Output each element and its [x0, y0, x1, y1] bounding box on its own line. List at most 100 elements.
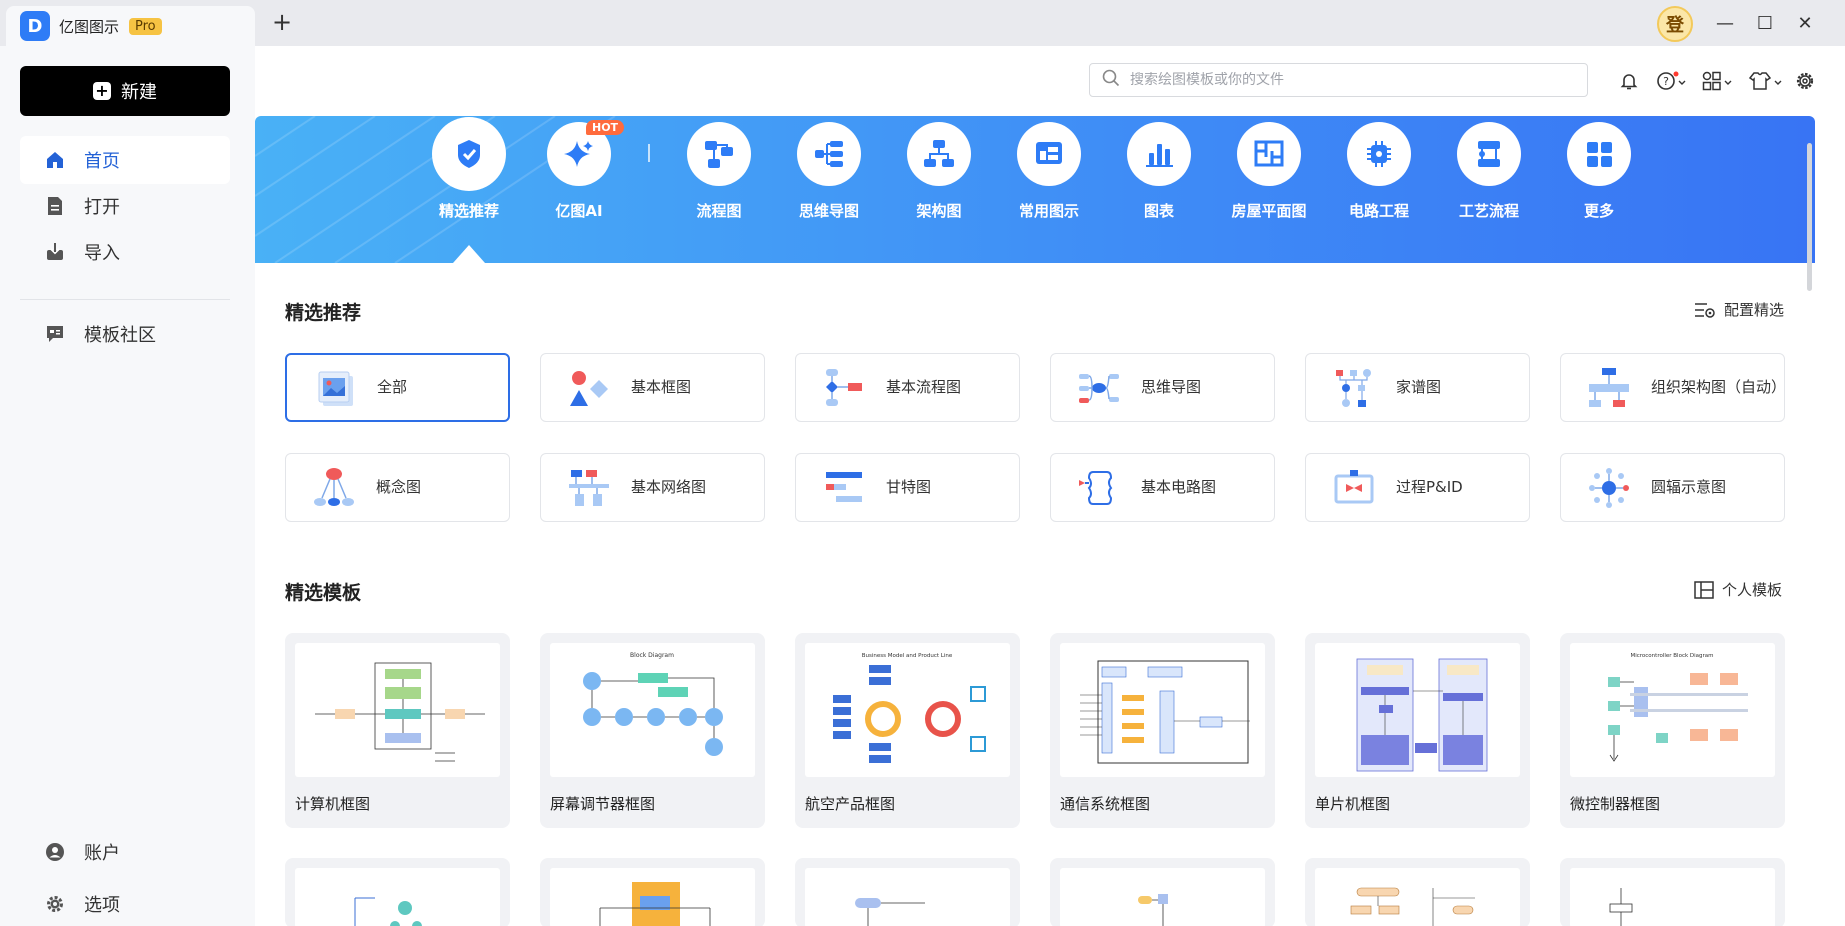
login-avatar[interactable]: 登 [1657, 6, 1693, 42]
category-label: 亿图AI [555, 202, 603, 220]
banner-indicator [453, 245, 485, 263]
template-card[interactable] [1560, 858, 1785, 926]
template-card[interactable]: 通信系统框图 [1050, 633, 1275, 828]
svg-text:?: ? [1663, 75, 1669, 88]
template-name: 计算机框图 [295, 795, 371, 813]
mindmap-icon [1079, 373, 1119, 403]
family-tree-icon [1336, 368, 1371, 407]
shirt-icon[interactable] [1746, 66, 1786, 96]
card-gantt[interactable]: 甘特图 [795, 453, 1020, 522]
category-label: 流程图 [696, 202, 742, 220]
gallery-icon [318, 371, 353, 406]
process-icon [1457, 122, 1521, 186]
template-thumbnail: Block Diagram [550, 643, 755, 777]
card-family-tree[interactable]: 家谱图 [1305, 353, 1530, 422]
category-architecture[interactable]: 架构图 [894, 122, 984, 221]
card-all[interactable]: 全部 [285, 353, 510, 422]
sidebar-item-label: 模板社区 [84, 325, 156, 346]
category-floorplan[interactable]: 房屋平面图 [1224, 122, 1314, 221]
minimize-button[interactable]: — [1712, 10, 1738, 36]
category-process[interactable]: 工艺流程 [1444, 122, 1534, 221]
template-card[interactable] [1305, 858, 1530, 926]
circuit-icon [1079, 470, 1113, 505]
card-basic-block[interactable]: 基本框图 [540, 353, 765, 422]
app-tab[interactable]: D 亿图图示 Pro [6, 6, 255, 46]
card-label: 基本电路图 [1141, 478, 1217, 497]
personal-templates-link[interactable]: 个人模板 [1694, 579, 1782, 600]
concept-map-icon [314, 467, 354, 506]
circuit-icon [1347, 122, 1411, 186]
category-mindmap[interactable]: 思维导图 [784, 122, 874, 221]
bar-chart-icon [1127, 122, 1191, 186]
category-label: 思维导图 [798, 202, 859, 220]
close-button[interactable]: ✕ [1792, 10, 1818, 36]
new-button[interactable]: + 新建 [20, 66, 230, 116]
card-basic-network[interactable]: 基本网络图 [540, 453, 765, 522]
template-name: 单片机框图 [1315, 795, 1391, 813]
category-featured[interactable]: 精选推荐 [424, 122, 514, 221]
flowchart-icon [687, 122, 751, 186]
sidebar: + 新建 首页 打开 导入 模板社区 账户 选项 [0, 46, 255, 926]
template-card[interactable]: 计算机框图 [285, 633, 510, 828]
card-mindmap[interactable]: 思维导图 [1050, 353, 1275, 422]
config-featured-link[interactable]: 配置精选 [1694, 299, 1784, 320]
gantt-icon [826, 471, 862, 502]
card-process-pid[interactable]: 过程P&ID [1305, 453, 1530, 522]
category-label: 房屋平面图 [1231, 202, 1307, 220]
card-concept-map[interactable]: 概念图 [285, 453, 510, 522]
mindmap-icon [797, 122, 861, 186]
help-icon[interactable]: ? [1655, 66, 1691, 96]
apps-icon[interactable] [1700, 66, 1736, 96]
category-common[interactable]: 常用图示 [1004, 122, 1094, 221]
template-thumbnail: Business Model and Product Line [805, 643, 1010, 777]
sidebar-item-open[interactable]: 打开 [20, 182, 230, 230]
card-radial-diagram[interactable]: 圆辐示意图 [1560, 453, 1785, 522]
scrollbar[interactable] [1807, 143, 1812, 291]
sidebar-item-community[interactable]: 模板社区 [20, 310, 230, 358]
template-card[interactable] [795, 858, 1020, 926]
new-tab-button[interactable]: + [270, 10, 294, 34]
search-icon [1102, 69, 1120, 91]
search-input[interactable] [1130, 72, 1570, 88]
search-box[interactable] [1089, 63, 1588, 97]
bell-icon[interactable] [1614, 66, 1644, 96]
card-basic-circuit[interactable]: 基本电路图 [1050, 453, 1275, 522]
category-flowchart[interactable]: 流程图 [674, 122, 764, 221]
template-card[interactable] [285, 858, 510, 926]
thumb-title: Microcontroller Block Diagram [1630, 653, 1713, 659]
settings-icon[interactable] [1790, 66, 1820, 96]
template-card[interactable]: Block Diagram 屏幕调节器框图 [540, 633, 765, 828]
card-label: 圆辐示意图 [1651, 478, 1727, 497]
document-icon [44, 195, 66, 217]
template-card[interactable] [1050, 858, 1275, 926]
sidebar-item-options[interactable]: 选项 [20, 880, 230, 926]
card-label: 家谱图 [1396, 378, 1442, 397]
template-card[interactable]: 单片机框图 [1305, 633, 1530, 828]
card-org-chart[interactable]: 组织架构图（自动） [1560, 353, 1786, 422]
sidebar-item-home[interactable]: 首页 [20, 136, 230, 184]
layout-icon [1694, 580, 1714, 599]
pro-badge: Pro [129, 17, 162, 35]
category-more[interactable]: 更多 [1554, 122, 1644, 221]
featured-title: 精选推荐 [285, 302, 362, 324]
category-circuit[interactable]: 电路工程 [1334, 122, 1424, 221]
template-card[interactable]: Business Model and Product Line 航空产品框图 [795, 633, 1020, 828]
card-basic-flowchart[interactable]: 基本流程图 [795, 353, 1020, 422]
card-label: 基本流程图 [886, 378, 962, 397]
category-chart[interactable]: 图表 [1114, 122, 1204, 221]
template-thumbnail [1315, 643, 1520, 777]
sidebar-item-import[interactable]: 导入 [20, 228, 230, 276]
plus-icon: + [93, 82, 111, 100]
sidebar-item-account[interactable]: 账户 [20, 828, 230, 876]
maximize-button[interactable]: ☐ [1752, 10, 1778, 36]
category-label: 精选推荐 [438, 202, 499, 220]
category-label: 图表 [1143, 202, 1174, 220]
template-card[interactable]: Microcontroller Block Diagram 微控制器框图 [1560, 633, 1785, 828]
category-label: 常用图示 [1018, 202, 1079, 220]
org-chart-icon [1589, 367, 1629, 407]
category-ai[interactable]: HOT 亿图AI [534, 120, 625, 221]
card-label: 概念图 [376, 478, 422, 497]
title-bar: D 亿图图示 Pro + 登 — ☐ ✕ [0, 0, 1845, 46]
template-card[interactable] [540, 858, 765, 926]
thumb-title: Business Model and Product Line [862, 653, 953, 659]
